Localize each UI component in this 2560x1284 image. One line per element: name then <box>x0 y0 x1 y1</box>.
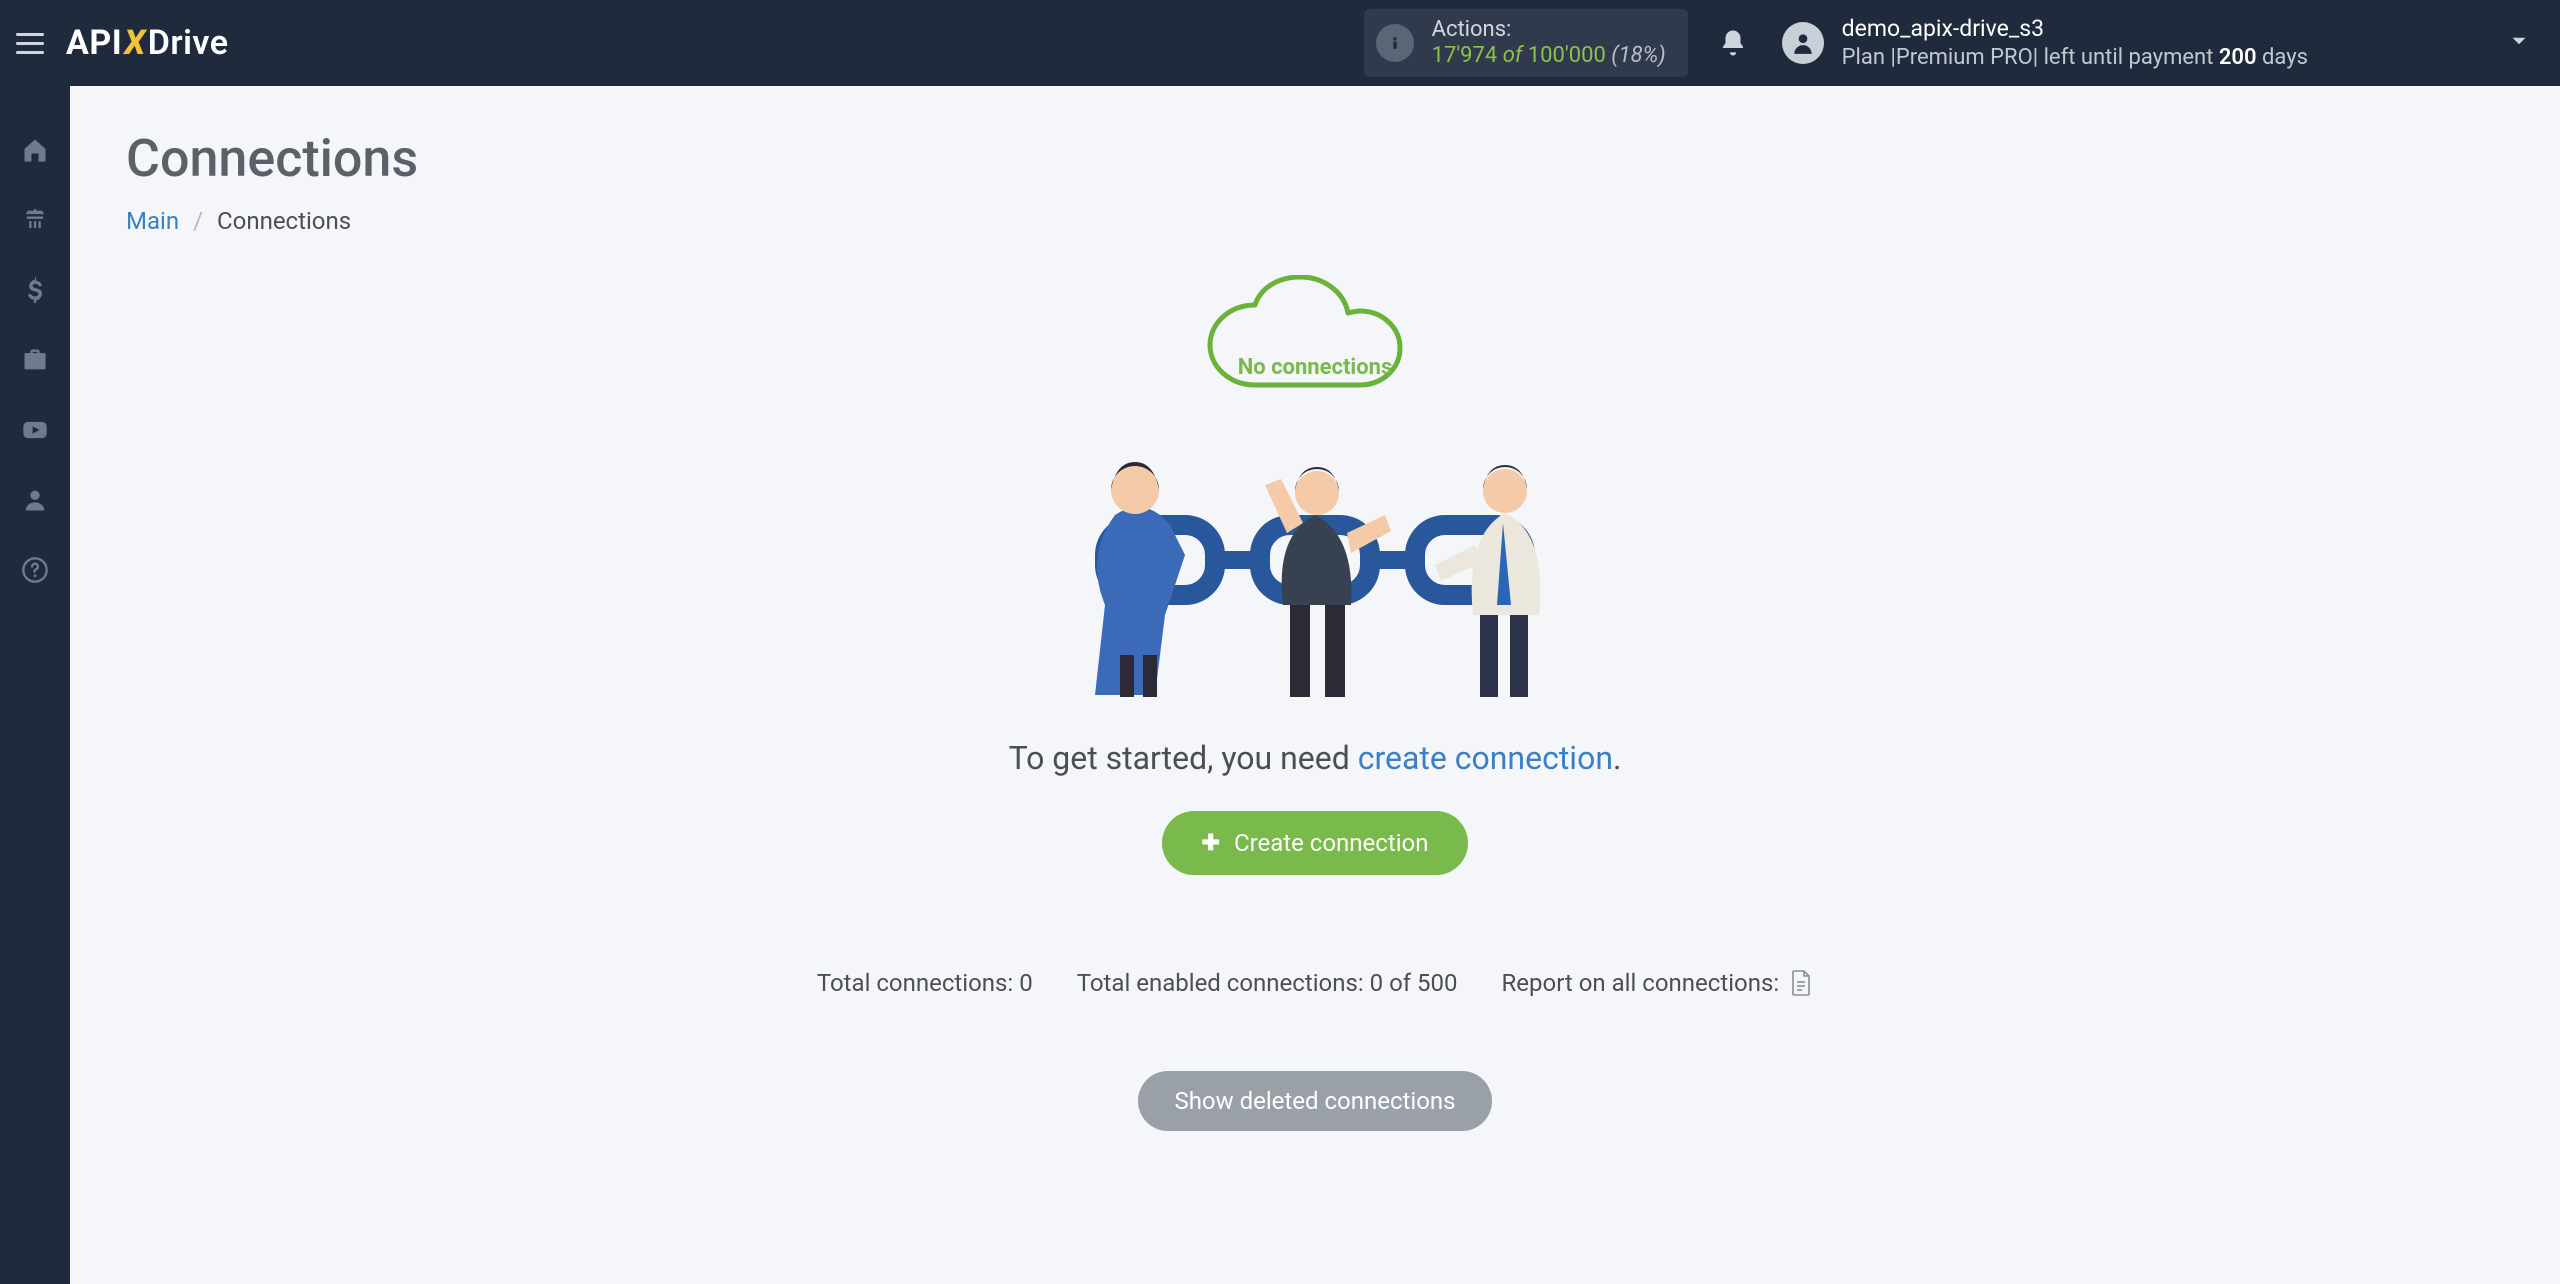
menu-toggle-button[interactable] <box>16 26 50 60</box>
get-started-text: To get started, you need create connecti… <box>1009 739 1622 777</box>
cloud-icon <box>1195 275 1435 415</box>
info-icon <box>1376 24 1414 62</box>
empty-state: No connections <box>126 275 2504 1131</box>
actions-total: 100'000 <box>1528 43 1606 68</box>
actions-usage-pill[interactable]: Actions: 17'974 of 100'000 (18%) <box>1364 9 1688 78</box>
notifications-button[interactable] <box>1718 28 1748 58</box>
sidebar-item-home[interactable] <box>17 132 53 168</box>
chevron-down-icon <box>2326 28 2532 58</box>
show-deleted-button[interactable]: Show deleted connections <box>1138 1071 1491 1131</box>
create-connection-link[interactable]: create connection <box>1358 739 1613 777</box>
actions-label: Actions: <box>1432 17 1666 43</box>
sidebar-item-briefcase[interactable] <box>17 342 53 378</box>
app-header: API X Drive Actions: 17'974 of 100'000 (… <box>0 0 2560 86</box>
user-menu[interactable]: demo_apix-drive_s3 Plan |Premium PRO| le… <box>1782 15 2532 71</box>
sidebar-item-help[interactable] <box>17 552 53 588</box>
actions-of: of <box>1503 43 1523 68</box>
people-chain-illustration <box>1035 405 1595 705</box>
total-connections-stat: Total connections: 0 <box>817 969 1033 997</box>
sidebar <box>0 86 70 1284</box>
app-logo[interactable]: API X Drive <box>66 23 229 63</box>
breadcrumb-separator: / <box>193 207 203 235</box>
sidebar-item-account[interactable] <box>17 482 53 518</box>
stats-row: Total connections: 0 Total enabled conne… <box>817 969 1813 997</box>
sidebar-item-video[interactable] <box>17 412 53 448</box>
report-label: Report on all connections: <box>1502 969 1780 997</box>
breadcrumb: Main / Connections <box>126 207 2504 235</box>
logo-text-3: Drive <box>148 23 229 63</box>
cloud-label: No connections <box>1238 355 1393 380</box>
user-plan: Plan |Premium PRO| left until payment 20… <box>1842 44 2308 72</box>
plus-icon: ✚ <box>1202 831 1220 856</box>
breadcrumb-current: Connections <box>217 207 351 235</box>
actions-pct: (18%) <box>1611 43 1665 68</box>
create-connection-button[interactable]: ✚ Create connection <box>1162 811 1469 875</box>
logo-text-2: X <box>124 23 146 63</box>
user-name: demo_apix-drive_s3 <box>1842 15 2308 44</box>
enabled-connections-stat: Total enabled connections: 0 of 500 <box>1077 969 1458 997</box>
report-all-connections-link[interactable]: Report on all connections: <box>1502 969 1814 997</box>
user-text: demo_apix-drive_s3 Plan |Premium PRO| le… <box>1842 15 2308 71</box>
empty-state-illustration: No connections <box>1035 275 1595 705</box>
logo-text-1: API <box>66 23 122 63</box>
main-content: Connections Main / Connections No connec… <box>70 86 2560 1284</box>
create-connection-button-label: Create connection <box>1234 829 1429 857</box>
document-icon <box>1789 969 1813 997</box>
page-title: Connections <box>126 128 2504 189</box>
actions-usage-text: Actions: 17'974 of 100'000 (18%) <box>1432 17 1666 70</box>
user-avatar-icon <box>1782 22 1824 64</box>
sidebar-item-billing[interactable] <box>17 272 53 308</box>
breadcrumb-home-link[interactable]: Main <box>126 207 179 235</box>
actions-used: 17'974 <box>1432 43 1498 68</box>
sidebar-item-connections[interactable] <box>17 202 53 238</box>
